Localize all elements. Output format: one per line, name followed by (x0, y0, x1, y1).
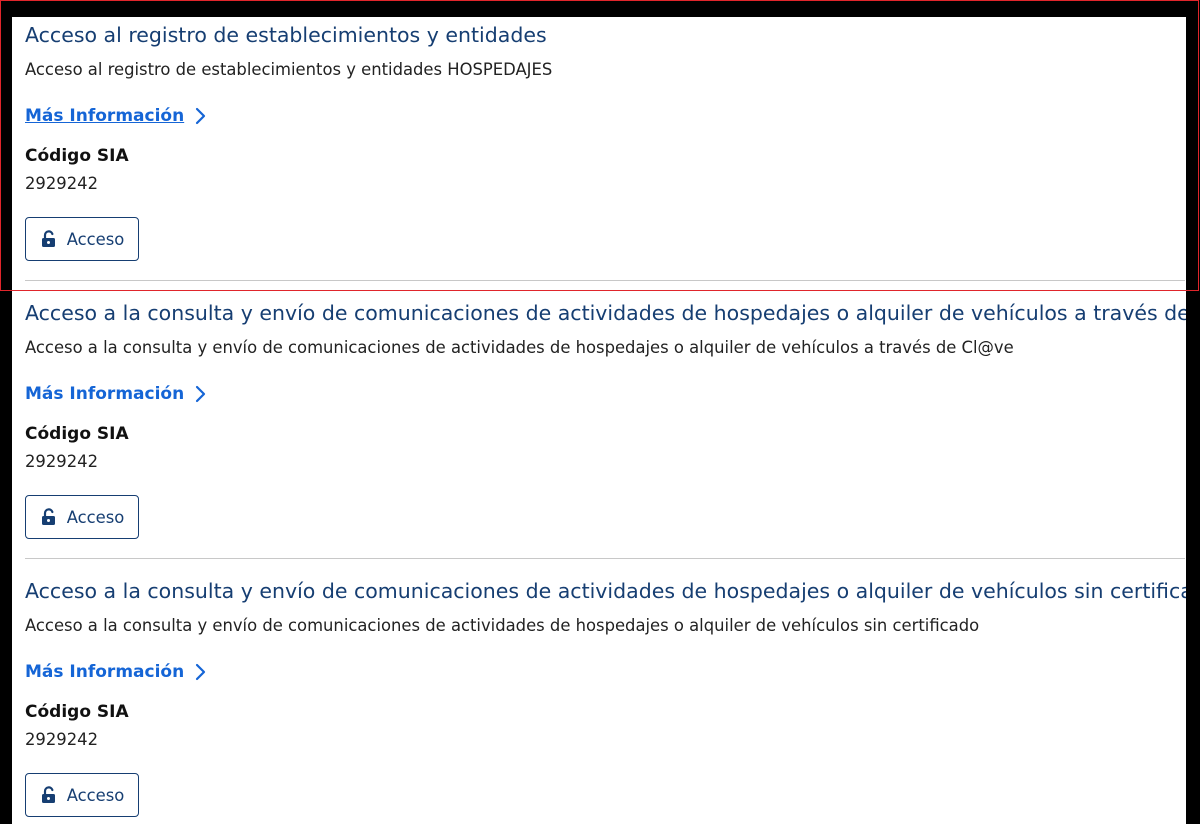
procedure-description: Acceso al registro de establecimientos y… (25, 60, 553, 79)
procedures-panel: Acceso al registro de establecimientos y… (12, 17, 1186, 824)
chevron-right-icon (196, 663, 206, 681)
access-button[interactable]: Acceso (25, 495, 139, 539)
sia-code-label: Código SIA (25, 702, 129, 722)
procedure-title: Acceso a la consulta y envío de comunica… (25, 579, 1186, 603)
chevron-right-icon (196, 385, 206, 403)
sia-code-value: 2929242 (25, 452, 98, 471)
sia-code-label: Código SIA (25, 146, 129, 166)
more-info-link[interactable]: Más Información (25, 103, 207, 129)
access-button-label: Acceso (66, 229, 125, 249)
sia-code-value: 2929242 (25, 730, 98, 749)
unlock-icon (41, 508, 55, 525)
more-info-label: Más Información (25, 662, 185, 682)
more-info-label: Más Información (25, 384, 185, 404)
unlock-icon (41, 786, 55, 803)
access-button[interactable]: Acceso (25, 217, 139, 261)
procedure-item: Acceso a la consulta y envío de comunica… (25, 576, 1186, 824)
procedure-item: Acceso a la consulta y envío de comunica… (25, 298, 1186, 576)
more-info-link[interactable]: Más Información (25, 381, 207, 407)
procedure-title: Acceso a la consulta y envío de comunica… (25, 301, 1186, 325)
access-button-label: Acceso (66, 785, 125, 805)
unlock-icon (41, 230, 55, 247)
access-button[interactable]: Acceso (25, 773, 139, 817)
procedure-description: Acceso a la consulta y envío de comunica… (25, 338, 1014, 357)
sia-code-value: 2929242 (25, 174, 98, 193)
divider (25, 280, 1185, 281)
more-info-label: Más Información (25, 106, 185, 126)
chevron-right-icon (196, 107, 206, 125)
procedure-description: Acceso a la consulta y envío de comunica… (25, 616, 980, 635)
procedure-title: Acceso al registro de establecimientos y… (25, 23, 547, 47)
procedure-item: Acceso al registro de establecimientos y… (25, 20, 1185, 298)
more-info-link[interactable]: Más Información (25, 659, 207, 685)
access-button-label: Acceso (66, 507, 125, 527)
sia-code-label: Código SIA (25, 424, 129, 444)
divider (25, 558, 1185, 559)
